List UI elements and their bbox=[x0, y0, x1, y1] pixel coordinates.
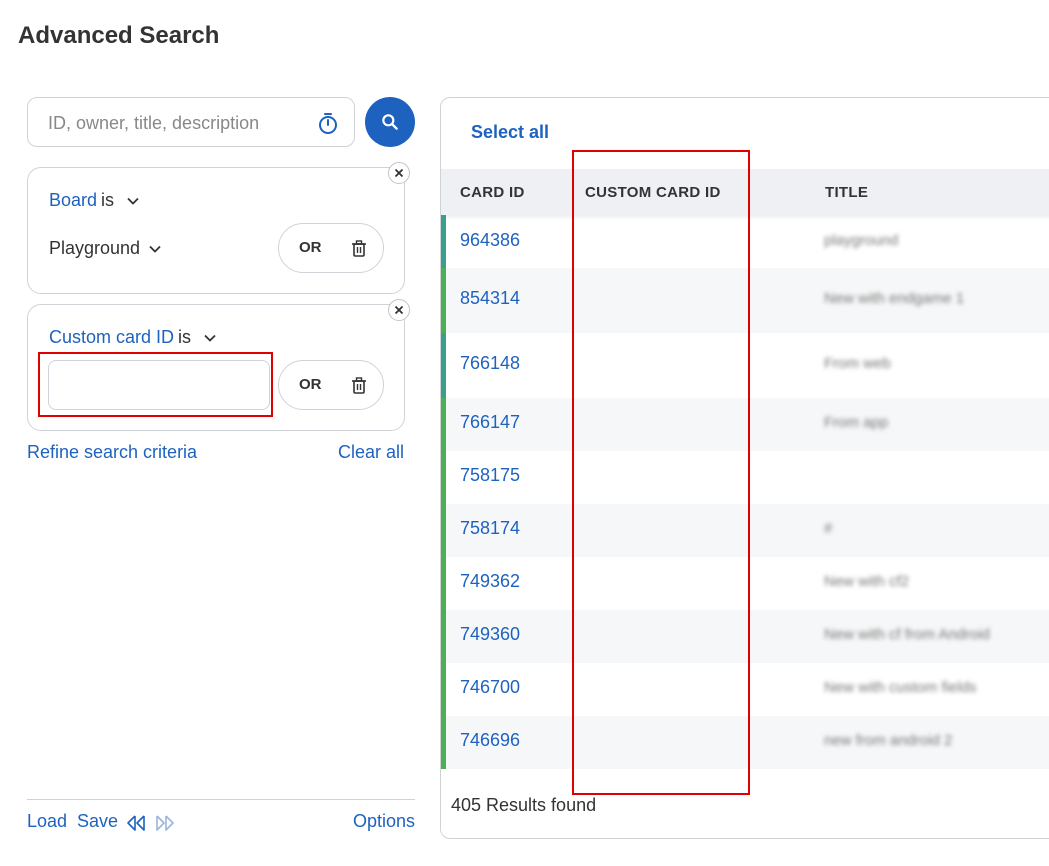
search-input[interactable] bbox=[48, 111, 308, 135]
custom-card-id-input[interactable] bbox=[48, 360, 270, 410]
trash-icon[interactable] bbox=[349, 376, 369, 396]
card-id-link[interactable]: 749360 bbox=[460, 624, 520, 645]
rewind-icon[interactable] bbox=[126, 813, 148, 833]
table-header: CARD ID CUSTOM CARD ID TITLE bbox=[441, 169, 1049, 215]
card-id-link[interactable]: 758174 bbox=[460, 518, 520, 539]
table-row[interactable]: 766148 From web bbox=[441, 333, 1049, 398]
card-title: New with cf2 bbox=[824, 573, 910, 590]
filter-card-custom-card-id: Custom card ID is OR bbox=[27, 299, 410, 431]
card-id-link[interactable]: 749362 bbox=[460, 571, 520, 592]
footer-bar: Load Save Options bbox=[27, 811, 415, 835]
table-row[interactable]: 746696 new from android 2 bbox=[441, 716, 1049, 769]
card-title: New with endgame 1 bbox=[824, 290, 965, 307]
card-title: new from android 2 bbox=[824, 732, 953, 749]
column-header-custom-card-id[interactable]: CUSTOM CARD ID bbox=[585, 184, 721, 201]
search-icon bbox=[382, 114, 398, 130]
results-count: 405 Results found bbox=[451, 795, 597, 815]
chevron-down-icon bbox=[149, 245, 161, 253]
filter-field-label: Board bbox=[49, 190, 98, 210]
page-title: Advanced Search bbox=[18, 22, 220, 49]
chevron-down-icon bbox=[127, 197, 139, 205]
search-button[interactable] bbox=[365, 97, 415, 147]
footer-divider bbox=[27, 799, 415, 800]
or-pill: OR bbox=[278, 360, 384, 410]
chevron-down-icon bbox=[204, 334, 216, 342]
close-icon bbox=[394, 168, 404, 178]
table-row[interactable]: 746700 New with custom fields bbox=[441, 663, 1049, 716]
remove-filter-board-button[interactable] bbox=[388, 162, 410, 184]
filter-operator-label: is bbox=[178, 327, 192, 347]
select-all-link[interactable]: Select all bbox=[471, 122, 549, 143]
clear-all-link[interactable]: Clear all bbox=[338, 442, 404, 463]
results-panel: Select all CARD ID CUSTOM CARD ID TITLE … bbox=[440, 97, 1049, 839]
table-row[interactable]: 758175 bbox=[441, 451, 1049, 504]
remove-filter-custom-card-id-button[interactable] bbox=[388, 299, 410, 321]
table-row[interactable]: 964386 playground bbox=[441, 215, 1049, 268]
card-title: New with cf from Android bbox=[824, 626, 990, 643]
trash-icon[interactable] bbox=[349, 239, 369, 259]
save-link[interactable]: Save bbox=[77, 811, 118, 832]
card-title: New with custom fields bbox=[824, 679, 977, 696]
card-title: # bbox=[824, 520, 833, 537]
card-id-link[interactable]: 854314 bbox=[460, 288, 520, 309]
card-id-link[interactable]: 766148 bbox=[460, 353, 520, 374]
or-button[interactable]: OR bbox=[299, 239, 322, 256]
fast-forward-icon[interactable] bbox=[153, 813, 175, 833]
refine-search-link[interactable]: Refine search criteria bbox=[27, 442, 197, 463]
table-row[interactable]: 758174 # bbox=[441, 504, 1049, 557]
options-link[interactable]: Options bbox=[353, 811, 415, 832]
card-id-link[interactable]: 964386 bbox=[460, 230, 520, 251]
filter-operator-label: is bbox=[101, 190, 115, 210]
search-box bbox=[27, 97, 355, 147]
or-button[interactable]: OR bbox=[299, 376, 322, 393]
or-pill: OR bbox=[278, 223, 384, 273]
close-icon bbox=[394, 305, 404, 315]
card-title: playground bbox=[824, 232, 899, 249]
card-id-link[interactable]: 746696 bbox=[460, 730, 520, 751]
table-row[interactable]: 766147 From app bbox=[441, 398, 1049, 451]
board-value-select[interactable]: Playground bbox=[49, 238, 162, 259]
card-id-link[interactable]: 766147 bbox=[460, 412, 520, 433]
filter-field-label: Custom card ID bbox=[49, 327, 175, 347]
filter-board-field-selector[interactable]: Board is bbox=[49, 190, 140, 211]
table-row[interactable]: 749362 New with cf2 bbox=[441, 557, 1049, 610]
filter-custom-card-id-field-selector[interactable]: Custom card ID is bbox=[49, 327, 217, 348]
card-title: From app bbox=[824, 414, 889, 431]
card-id-link[interactable]: 758175 bbox=[460, 465, 520, 486]
card-title: From web bbox=[824, 355, 891, 372]
column-header-title[interactable]: TITLE bbox=[825, 184, 868, 201]
column-header-card-id[interactable]: CARD ID bbox=[460, 184, 525, 201]
load-link[interactable]: Load bbox=[27, 811, 67, 832]
board-value-label: Playground bbox=[49, 238, 141, 258]
table-row[interactable]: 749360 New with cf from Android bbox=[441, 610, 1049, 663]
timer-icon[interactable] bbox=[316, 111, 340, 135]
filter-card-board: Board is Playground OR bbox=[27, 162, 410, 294]
table-row[interactable]: 854314 New with endgame 1 bbox=[441, 268, 1049, 333]
card-id-link[interactable]: 746700 bbox=[460, 677, 520, 698]
